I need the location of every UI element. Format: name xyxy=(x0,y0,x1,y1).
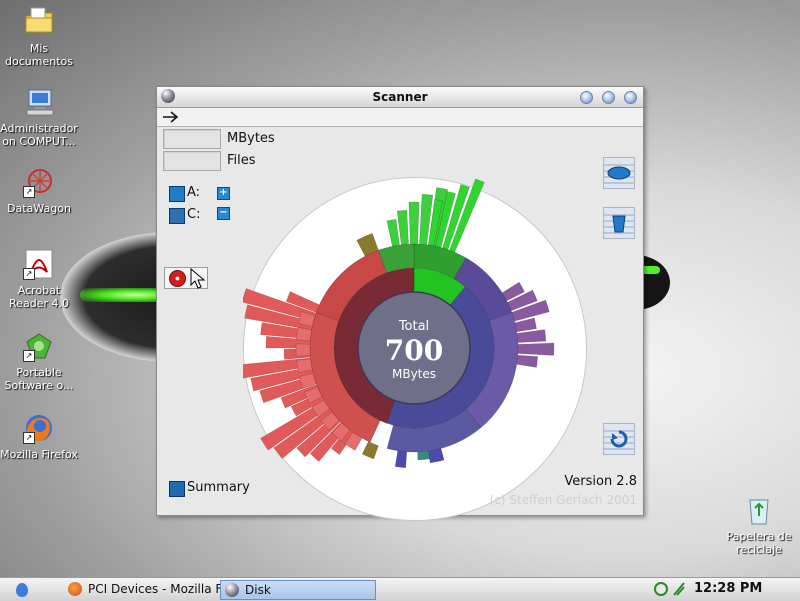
center-total-label: Total xyxy=(398,319,429,334)
taskbar-item-firefox[interactable]: PCI Devices - Mozilla Fi... xyxy=(64,580,236,598)
taskbar-item-label: Disk xyxy=(245,583,271,597)
summary-icon xyxy=(169,481,185,497)
maximize-button[interactable] xyxy=(602,91,615,104)
minimize-button[interactable] xyxy=(580,91,593,104)
taskbar-item-disk[interactable]: Disk xyxy=(220,580,376,600)
start-menu-button[interactable] xyxy=(14,582,30,598)
window-toolbar xyxy=(157,108,643,127)
desktop-icon-label: Portable Software o... xyxy=(4,366,74,392)
datawagon-icon: ↗ xyxy=(23,166,55,198)
computer-icon xyxy=(23,86,55,118)
desktop-icon-label: Mis documentos xyxy=(5,42,73,68)
desktop-icon-label: Papelera de reciclaje xyxy=(726,530,792,556)
version-label: Version 2.8 xyxy=(564,474,637,489)
files-label: Files xyxy=(227,153,256,168)
copyright-label: (c) Steffen Gerlach 2001 xyxy=(489,493,637,507)
file-segment[interactable] xyxy=(516,329,547,343)
scan-drive-button[interactable] xyxy=(603,157,635,189)
window-title: Scanner xyxy=(372,90,428,104)
files-value-field xyxy=(163,151,221,171)
taskbar-clock: 12:28 PM xyxy=(694,581,763,596)
shortcut-arrow-icon: ↗ xyxy=(23,268,35,280)
folder-icon xyxy=(23,6,55,38)
cd-drive-button[interactable] xyxy=(164,267,208,289)
desktop-icon-mozilla-firefox[interactable]: ↗ Mozilla Firefox xyxy=(0,412,78,461)
shortcut-arrow-icon: ↗ xyxy=(23,350,35,362)
desktop-icon-label: DataWagon xyxy=(7,202,71,215)
window-titlebar[interactable]: Scanner xyxy=(157,87,643,108)
taskbar-item-label: PCI Devices - Mozilla Fi... xyxy=(88,582,237,596)
portable-software-icon: ↗ xyxy=(23,330,55,362)
close-button[interactable] xyxy=(624,91,637,104)
mbytes-label: MBytes xyxy=(227,131,275,146)
file-segment[interactable] xyxy=(417,450,430,461)
desktop-icon-label: Administrador on COMPUT... xyxy=(0,122,78,148)
window-content: MBytes Files A: + C: − Total700MBytes xyxy=(157,127,643,521)
desktop-icon-administrador[interactable]: Administrador on COMPUT... xyxy=(0,86,78,148)
file-segment[interactable] xyxy=(295,343,311,357)
firefox-icon xyxy=(68,582,82,596)
desktop-icon-portable-software[interactable]: ↗ Portable Software o... xyxy=(0,330,78,392)
file-segment[interactable] xyxy=(516,354,539,368)
shortcut-arrow-icon: ↗ xyxy=(23,186,35,198)
collapse-drive-c-button[interactable]: − xyxy=(217,207,230,220)
desktop-icon-acrobat-reader[interactable]: ↗ Acrobat Reader 4.0 xyxy=(0,248,78,310)
firefox-icon: ↗ xyxy=(23,412,55,444)
refresh-icon xyxy=(610,430,628,448)
file-segment[interactable] xyxy=(394,450,408,469)
file-segment[interactable] xyxy=(361,441,379,460)
shortcut-arrow-icon: ↗ xyxy=(23,432,35,444)
desktop-icon-mis-documentos[interactable]: Mis documentos xyxy=(0,6,78,68)
summary-label: Summary xyxy=(187,480,250,495)
taskbar: PCI Devices - Mozilla Fi... Disk 12:28 P… xyxy=(0,577,800,601)
disk-usage-sunburst[interactable]: Total700MBytes xyxy=(243,177,585,519)
trash-icon xyxy=(612,215,626,233)
file-segment[interactable] xyxy=(517,342,555,356)
disk-scan-icon xyxy=(607,166,631,180)
cd-icon xyxy=(169,270,186,287)
floppy-drive-icon xyxy=(169,186,185,202)
recycle-bin-icon xyxy=(743,494,775,526)
center-total-value: 700 xyxy=(385,334,443,367)
acrobat-icon: ↗ xyxy=(23,248,55,280)
recycle-button[interactable] xyxy=(603,207,635,239)
desktop-icon-datawagon[interactable]: ↗ DataWagon xyxy=(0,166,78,215)
expand-drive-a-button[interactable]: + xyxy=(217,187,230,200)
tray-network-icon[interactable] xyxy=(672,581,686,597)
file-segment[interactable] xyxy=(408,201,420,245)
disk-app-icon xyxy=(225,583,239,597)
drive-a-label: A: xyxy=(187,185,201,200)
drive-c-label: C: xyxy=(187,207,201,222)
tray-status-icon[interactable] xyxy=(654,582,668,596)
file-segment[interactable] xyxy=(295,327,312,342)
file-segment[interactable] xyxy=(428,448,445,464)
desktop-icon-label: Mozilla Firefox xyxy=(0,448,78,461)
desktop-icon-label: Acrobat Reader 4.0 xyxy=(9,284,69,310)
scanner-window[interactable]: Scanner MBytes Files A: + C: − Total 700… xyxy=(156,86,644,521)
center-unit-label: MBytes xyxy=(392,367,436,381)
desktop-icon-recycle-bin[interactable]: Papelera de reciclaje xyxy=(720,494,798,556)
file-segment[interactable] xyxy=(386,218,400,247)
refresh-button[interactable] xyxy=(603,423,635,455)
arrow-right-icon[interactable] xyxy=(162,110,180,124)
mbytes-value-field xyxy=(163,129,221,149)
mouse-cursor-icon xyxy=(190,268,206,289)
hard-drive-icon xyxy=(169,208,185,224)
